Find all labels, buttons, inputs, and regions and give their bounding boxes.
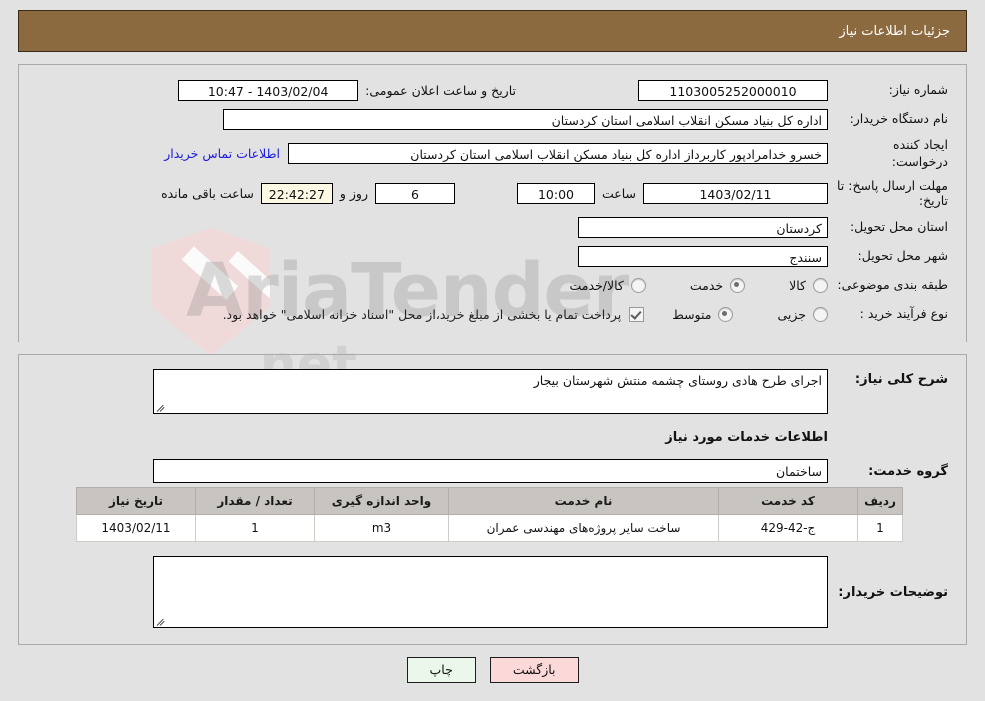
- service-details-body: شرح کلی نیاز: اجرای طرح هادی روستای چشمه…: [19, 355, 966, 644]
- treasury-bonds-note: پرداخت تمام یا بخشی از مبلغ خرید،از محل …: [222, 306, 622, 322]
- buyer-notes-textarea[interactable]: [153, 556, 828, 628]
- radio-icon[interactable]: [630, 277, 646, 293]
- page-title: جزئیات اطلاعات نیاز: [839, 23, 950, 39]
- row-deadline: مهلت ارسال پاسخ: تا تاریخ: 1403/02/11 سا…: [31, 178, 948, 209]
- category-option-kala-khedmat[interactable]: کالا/خدمت: [569, 277, 646, 293]
- province-field[interactable]: کردستان: [578, 216, 828, 238]
- buyer-org-field[interactable]: اداره کل بنیاد مسکن انقلاب اسلامی استان …: [223, 108, 828, 130]
- print-button[interactable]: چاپ: [406, 657, 476, 683]
- service-group-field[interactable]: ساختمان: [153, 459, 828, 483]
- th-code: کد خدمت: [718, 487, 858, 515]
- category-radio-group: کالا خدمت کالا/خدمت: [525, 277, 828, 293]
- page-root: جزئیات اطلاعات نیاز شماره نیاز: 11030052…: [0, 10, 985, 683]
- radio-icon[interactable]: [813, 277, 828, 293]
- process-option-label: متوسط: [672, 306, 712, 322]
- buyer-notes-label: توضیحات خریدار:: [838, 584, 948, 600]
- radio-icon[interactable]: [730, 277, 746, 293]
- process-radio-group: جزیی متوسط: [644, 306, 828, 322]
- row-service-group: گروه خدمت: ساختمان: [31, 459, 948, 483]
- cell-code: ج-42-429: [718, 514, 858, 542]
- th-name: نام خدمت: [448, 487, 719, 515]
- services-table-wrap: ردیف کد خدمت نام خدمت واحد اندازه گیری ت…: [31, 483, 948, 550]
- th-date: تاریخ نیاز: [76, 487, 196, 515]
- remaining-label: ساعت باقی مانده: [161, 185, 254, 201]
- cell-unit: m3: [314, 514, 449, 542]
- deadline-date-field[interactable]: 1403/02/11: [643, 182, 828, 204]
- category-option-label: خدمت: [689, 277, 724, 293]
- category-label: طبقه بندی موضوعی:: [837, 276, 948, 292]
- summary-label: شرح کلی نیاز:: [854, 372, 948, 387]
- cell-index: 1: [857, 514, 903, 542]
- days-label: روز و: [339, 185, 368, 201]
- category-option-kala[interactable]: کالا: [789, 277, 828, 293]
- treasury-bonds-checkbox-wrap[interactable]: پرداخت تمام یا بخشی از مبلغ خرید،از محل …: [222, 306, 645, 322]
- summary-text: اجرای طرح هادی روستای چشمه منتش شهرستان …: [533, 373, 822, 388]
- need-number-label: شماره نیاز:: [888, 81, 948, 97]
- city-label: شهر محل تحویل:: [857, 247, 948, 263]
- requester-label: ایجاد کننده درخواست:: [891, 137, 948, 169]
- radio-icon[interactable]: [813, 306, 828, 322]
- cell-name: ساخت سایر پروژه‌های مهندسی عمران: [448, 514, 719, 542]
- remaining-time-field[interactable]: 22:42:27: [260, 182, 333, 204]
- row-province: استان محل تحویل: کردستان: [31, 216, 948, 238]
- services-section-heading-wrap: اطلاعات خدمات مورد نیاز: [31, 414, 948, 459]
- service-group-label: گروه خدمت:: [868, 463, 948, 479]
- announce-datetime-field[interactable]: 1403/02/04 - 10:47: [178, 79, 359, 101]
- row-buyer-org: نام دستگاه خریدار: اداره کل بنیاد مسکن ا…: [31, 108, 948, 130]
- th-quantity: تعداد / مقدار: [195, 487, 315, 515]
- row-requester: ایجاد کننده درخواست: خسرو خدامرادپور کار…: [31, 137, 948, 171]
- category-option-label: کالا: [789, 277, 806, 293]
- table-row: 1 ج-42-429 ساخت سایر پروژه‌های مهندسی عم…: [76, 514, 903, 542]
- process-option-label: جزیی: [777, 306, 806, 322]
- province-label: استان محل تحویل:: [849, 218, 948, 234]
- row-summary: شرح کلی نیاز: اجرای طرح هادی روستای چشمه…: [31, 369, 948, 414]
- need-info-form: شماره نیاز: 1103005252000010 تاریخ و ساع…: [19, 65, 966, 342]
- th-index: ردیف: [857, 487, 903, 515]
- page-title-bar: جزئیات اطلاعات نیاز: [18, 10, 967, 52]
- category-option-khedmat[interactable]: خدمت: [689, 277, 746, 293]
- process-option-jozei[interactable]: جزیی: [777, 306, 828, 322]
- buyer-contact-link[interactable]: اطلاعات تماس خریدار: [156, 146, 288, 161]
- buyer-org-label: نام دستگاه خریدار:: [849, 110, 948, 126]
- row-city: شهر محل تحویل: سنندج: [31, 245, 948, 267]
- services-section-title: اطلاعات خدمات مورد نیاز: [665, 430, 828, 445]
- row-need-number: شماره نیاز: 1103005252000010 تاریخ و ساع…: [31, 79, 948, 101]
- requester-field[interactable]: خسرو خدامرادپور کاربرداز اداره کل بنیاد …: [288, 143, 828, 165]
- cell-date: 1403/02/11: [76, 514, 196, 542]
- remaining-days-field[interactable]: 6: [374, 182, 455, 204]
- footer-button-bar: بازگشت چاپ: [0, 657, 985, 683]
- need-number-field[interactable]: 1103005252000010: [638, 79, 828, 101]
- city-field[interactable]: سنندج: [578, 245, 828, 267]
- process-option-motavaset[interactable]: متوسط: [672, 306, 734, 322]
- deadline-time-field[interactable]: 10:00: [516, 182, 595, 204]
- resize-grip-icon[interactable]: [156, 616, 166, 626]
- services-table: ردیف کد خدمت نام خدمت واحد اندازه گیری ت…: [76, 487, 903, 542]
- checkbox-icon[interactable]: [629, 306, 645, 322]
- announce-label: تاریخ و ساعت اعلان عمومی:: [365, 82, 516, 98]
- summary-textarea[interactable]: اجرای طرح هادی روستای چشمه منتش شهرستان …: [153, 369, 828, 414]
- radio-icon[interactable]: [718, 306, 734, 322]
- row-process: نوع فرآیند خرید : جزیی متوسط پرداخت تمام…: [31, 303, 948, 325]
- row-buyer-notes: توضیحات خریدار:: [31, 556, 948, 634]
- service-details-panel: شرح کلی نیاز: اجرای طرح هادی روستای چشمه…: [18, 354, 967, 645]
- category-option-label: کالا/خدمت: [569, 277, 624, 293]
- back-button[interactable]: بازگشت: [489, 657, 579, 683]
- hour-label: ساعت: [601, 185, 636, 201]
- cell-quantity: 1: [195, 514, 315, 542]
- table-header-row: ردیف کد خدمت نام خدمت واحد اندازه گیری ت…: [76, 487, 903, 515]
- row-category: طبقه بندی موضوعی: کالا خدمت کالا/خدمت: [31, 274, 948, 296]
- deadline-label: مهلت ارسال پاسخ: تا تاریخ:: [837, 177, 948, 209]
- process-label: نوع فرآیند خرید :: [859, 305, 948, 321]
- need-info-panel: شماره نیاز: 1103005252000010 تاریخ و ساع…: [18, 64, 967, 342]
- resize-grip-icon[interactable]: [156, 402, 166, 412]
- th-unit: واحد اندازه گیری: [314, 487, 449, 515]
